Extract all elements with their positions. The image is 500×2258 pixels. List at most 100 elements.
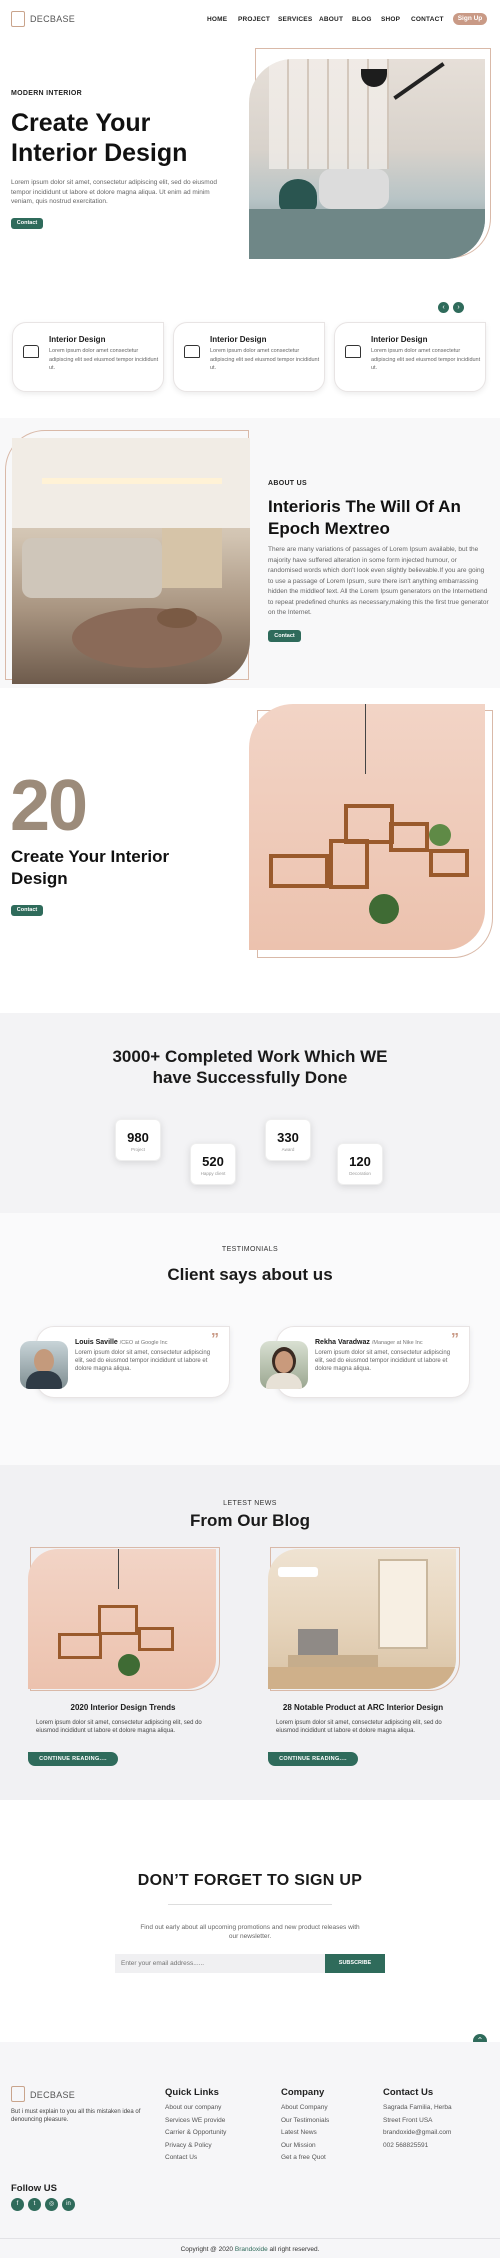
quick-links-title: Quick Links xyxy=(165,2087,219,2098)
blog-post-text: Lorem ipsum dolor sit amet, consectetur … xyxy=(276,1720,442,1734)
features-row: Interior Design Lorem ipsum dolor amet c… xyxy=(0,316,500,418)
feature-card[interactable]: Interior Design Lorem ipsum dolor amet c… xyxy=(334,322,486,392)
company-link[interactable]: Get a free Quot xyxy=(281,2152,329,2165)
linkedin-icon[interactable]: in xyxy=(62,2198,75,2211)
divider xyxy=(168,1904,332,1905)
avatar xyxy=(20,1341,68,1389)
stat-card: 330 Award xyxy=(265,1119,311,1161)
hero-title-line1: Create Your xyxy=(11,109,151,137)
feature-text: Lorem ipsum dolor amet consectetur adipi… xyxy=(210,348,320,371)
blog-post-title[interactable]: 28 Notable Product at ARC Interior Desig… xyxy=(268,1703,458,1712)
testimonial-role: /CEO at Google Inc xyxy=(119,1340,168,1346)
contact-line: Sagrada Familia, Herba xyxy=(383,2104,452,2111)
continue-reading-button[interactable]: CONTINUE READING.... xyxy=(268,1752,358,1766)
footer-logo-icon[interactable] xyxy=(11,2086,25,2102)
testimonials-section: TESTIMONIALS Client says about us Louis … xyxy=(0,1213,500,1465)
stat-label: Decoration xyxy=(349,1171,371,1176)
newsletter-title: DON’T FORGET TO SIGN UP xyxy=(137,1872,363,1889)
testimonial-name: Louis Saville /CEO at Google Inc xyxy=(75,1339,168,1346)
nav-home[interactable]: HOME xyxy=(207,16,227,23)
blog-post-text: Lorem ipsum dolor sit amet, consectetur … xyxy=(36,1720,202,1734)
nav-about[interactable]: ABOUT xyxy=(319,16,343,23)
quick-link[interactable]: Privacy & Policy xyxy=(165,2140,226,2153)
twenty-title-line1: Create Your Interior xyxy=(11,847,170,866)
logo-icon[interactable] xyxy=(11,11,25,27)
quick-link[interactable]: Services WE provide xyxy=(165,2115,226,2128)
nav-blog[interactable]: BLOG xyxy=(352,16,372,23)
about-contact-button[interactable]: Contact xyxy=(268,630,301,642)
stats-section: 3000+ Completed Work Which WE have Succe… xyxy=(0,1013,500,1213)
quote-icon: ” xyxy=(211,1331,219,1348)
quote-icon: ” xyxy=(451,1331,459,1348)
twenty-contact-button[interactable]: Contact xyxy=(11,905,43,916)
stats-title-line2: have Successfully Done xyxy=(152,1068,348,1087)
feature-title: Interior Design xyxy=(210,335,267,344)
quick-link[interactable]: About our company xyxy=(165,2102,226,2115)
signup-button[interactable]: Sign Up xyxy=(453,13,487,25)
newsletter-section: DON’T FORGET TO SIGN UP Find out early a… xyxy=(0,1800,500,2048)
twenty-section: 20 Create Your Interior Design Contact xyxy=(0,688,500,1013)
site-footer: DECBASE But i must explain to you all th… xyxy=(0,2042,500,2258)
contact-line[interactable]: brandoxide@gmail.com xyxy=(383,2127,452,2140)
hero-eyebrow: MODERN INTERIOR xyxy=(11,90,82,97)
company-link[interactable]: Latest News xyxy=(281,2127,329,2140)
company-title: Company xyxy=(281,2087,325,2098)
logo-text[interactable]: DECBASE xyxy=(30,14,75,24)
subscribe-button[interactable]: SUBSCRIBE xyxy=(325,1954,385,1973)
stat-number: 330 xyxy=(277,1130,299,1145)
hero-text: Lorem ipsum dolor sit amet, consectetur … xyxy=(11,179,217,205)
stat-label: Happy client xyxy=(200,1171,226,1176)
shelf-image xyxy=(249,704,485,950)
twitter-icon[interactable]: t xyxy=(28,2198,41,2211)
feature-card[interactable]: Interior Design Lorem ipsum dolor amet c… xyxy=(173,322,325,392)
blog-eyebrow: LETEST NEWS xyxy=(223,1500,277,1507)
site-header: DECBASE HOME PROJECT SERVICES ABOUT BLOG… xyxy=(0,0,500,38)
about-section: ABOUT US Interioris The Will Of An Epoch… xyxy=(0,418,500,688)
quick-link[interactable]: Carrier & Opportunity xyxy=(165,2127,226,2140)
feature-text: Lorem ipsum dolor amet consectetur adipi… xyxy=(371,348,481,371)
contact-line: 002 568825591 xyxy=(383,2141,429,2149)
company-link[interactable]: Our Mission xyxy=(281,2140,329,2153)
quick-link[interactable]: Contact Us xyxy=(165,2152,226,2165)
about-title-line2: Epoch Mextreo xyxy=(268,519,390,538)
copyright: Copyright @ 2020 Brandoxide all right re… xyxy=(180,2246,320,2253)
chevron-left-icon[interactable]: ‹ xyxy=(438,302,449,313)
testimonials-eyebrow: TESTIMONIALS xyxy=(221,1246,279,1253)
company-link[interactable]: About Company xyxy=(281,2102,329,2115)
facebook-icon[interactable]: f xyxy=(11,2198,24,2211)
hero-contact-button[interactable]: Contact xyxy=(11,218,43,229)
about-text: There are many variations of passages of… xyxy=(268,546,489,616)
chevron-right-icon[interactable]: › xyxy=(453,302,464,313)
nav-contact[interactable]: CONTACT xyxy=(411,16,444,23)
stat-label: Award xyxy=(281,1147,295,1152)
nav-shop[interactable]: SHOP xyxy=(381,16,400,23)
testimonials-title: Client says about us xyxy=(167,1265,333,1284)
stat-card: 120 Decoration xyxy=(337,1143,383,1185)
email-input[interactable] xyxy=(115,1954,325,1973)
twenty-title-line2: Design xyxy=(11,869,68,888)
instagram-icon[interactable]: ◎ xyxy=(45,2198,58,2211)
nav-project[interactable]: PROJECT xyxy=(238,16,270,23)
footer-divider xyxy=(0,2238,500,2239)
copyright-brand-link[interactable]: Brandoxide xyxy=(235,2246,268,2253)
contact-title: Contact Us xyxy=(383,2087,434,2098)
footer-logo-text[interactable]: DECBASE xyxy=(30,2090,75,2100)
contact-line: Street Front USA xyxy=(383,2116,433,2124)
continue-reading-button[interactable]: CONTINUE READING.... xyxy=(28,1752,118,1766)
about-eyebrow: ABOUT US xyxy=(268,480,307,487)
big-number: 20 xyxy=(10,766,88,846)
stat-label: Project xyxy=(130,1147,145,1152)
feature-text: Lorem ipsum dolor amet consectetur adipi… xyxy=(49,348,159,371)
blog-image[interactable] xyxy=(28,1549,216,1689)
testimonial-name: Rekha Varadwaz /Manager at Nike Inc xyxy=(315,1339,423,1346)
feature-card[interactable]: Interior Design Lorem ipsum dolor amet c… xyxy=(12,322,164,392)
footer-about: But i must explain to you all this mista… xyxy=(11,2109,141,2123)
avatar xyxy=(260,1341,308,1389)
testimonial-text: Lorem ipsum dolor sit amet, consectetur … xyxy=(75,1350,211,1372)
blog-post-title[interactable]: 2020 Interior Design Trends xyxy=(28,1703,218,1712)
contact-list: Sagrada Familia, Herba Street Front USA … xyxy=(383,2102,452,2152)
blog-image[interactable] xyxy=(268,1549,456,1689)
nav-services[interactable]: SERVICES xyxy=(278,16,312,23)
stats-title-line1: 3000+ Completed Work Which WE xyxy=(112,1047,388,1066)
company-link[interactable]: Our Testimonials xyxy=(281,2115,329,2128)
